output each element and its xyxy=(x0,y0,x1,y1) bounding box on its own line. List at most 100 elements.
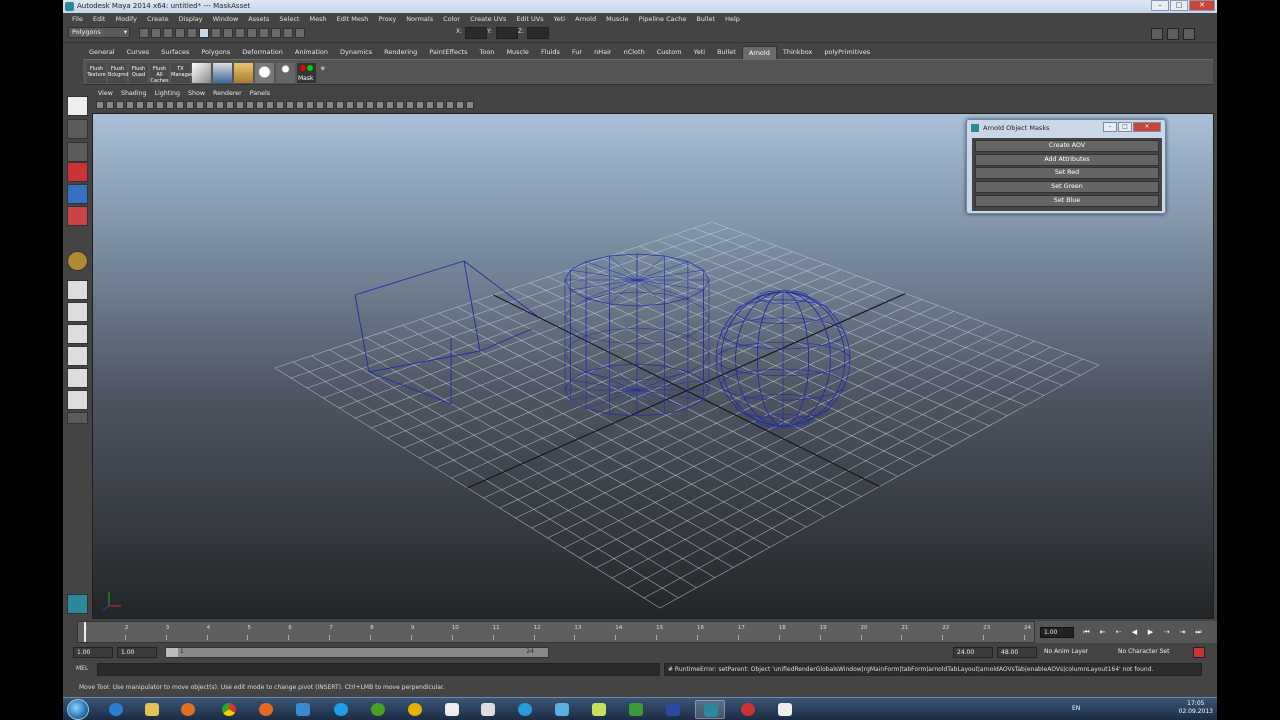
shelf-tab-painteffects[interactable]: PaintEffects xyxy=(423,46,473,59)
ai-standard-shader-icon[interactable] xyxy=(192,63,211,83)
step-back-frame-icon[interactable]: ⇠ xyxy=(1112,627,1125,638)
snap-curve-icon[interactable] xyxy=(223,28,233,38)
maximize-button[interactable]: □ xyxy=(1170,0,1188,11)
viewport-tool-icon[interactable] xyxy=(416,101,424,109)
viewport-tool-icon[interactable] xyxy=(426,101,434,109)
add-attributes-button[interactable]: Add Attributes xyxy=(975,153,1159,166)
viewport-tool-icon[interactable] xyxy=(136,101,144,109)
mask-button[interactable]: Mask xyxy=(297,63,316,83)
shelf-tab-yeti[interactable]: Yeti xyxy=(688,46,711,59)
vp-menu-shading[interactable]: Shading xyxy=(117,89,151,99)
menu-file[interactable]: File xyxy=(67,13,88,25)
viewport-tool-icon[interactable] xyxy=(366,101,374,109)
menu-arnold[interactable]: Arnold xyxy=(570,13,601,25)
show-manipulator-icon[interactable] xyxy=(67,251,88,271)
play-forward-icon[interactable]: ▶ xyxy=(1144,627,1157,638)
taskbar-app7[interactable] xyxy=(584,700,614,719)
viewport-tool-icon[interactable] xyxy=(176,101,184,109)
attribute-editor-toggle-icon[interactable] xyxy=(1167,28,1179,40)
mel-label[interactable]: MEL xyxy=(76,665,88,672)
dialog-close-button[interactable]: ✕ xyxy=(1133,122,1161,132)
set-red-button[interactable]: Set Red xyxy=(975,167,1159,180)
mode-dropdown[interactable]: Polygons xyxy=(68,27,130,38)
select-object-icon[interactable] xyxy=(187,28,197,38)
viewport-tool-icon[interactable] xyxy=(266,101,274,109)
viewport-tool-icon[interactable] xyxy=(296,101,304,109)
go-to-start-icon[interactable]: ⏮ xyxy=(1080,627,1093,638)
taskbar-ie[interactable] xyxy=(101,700,131,719)
new-scene-icon[interactable] xyxy=(139,28,149,38)
viewport-tool-icon[interactable] xyxy=(206,101,214,109)
time-slider-track[interactable]: 123456789101112131415161718192021222324 xyxy=(77,621,1035,643)
range-slider[interactable]: 1 24 xyxy=(165,647,549,658)
menu-pipeline-cache[interactable]: Pipeline Cache xyxy=(634,13,692,25)
history-icon[interactable] xyxy=(259,28,269,38)
viewport-tool-icon[interactable] xyxy=(196,101,204,109)
x-field[interactable] xyxy=(465,27,487,39)
playback-start-field[interactable]: 1.00 xyxy=(117,647,157,658)
flush-all-caches-button[interactable]: Flush All Caches xyxy=(150,63,169,84)
taskbar-app11[interactable] xyxy=(770,700,800,719)
menu-assets[interactable]: Assets xyxy=(243,13,274,25)
menu-edit-uvs[interactable]: Edit UVs xyxy=(511,13,548,25)
viewport-tool-icon[interactable] xyxy=(336,101,344,109)
snap-grid-icon[interactable] xyxy=(211,28,221,38)
shelf-tab-polygons[interactable]: Polygons xyxy=(195,46,236,59)
flush-background-button[interactable]: Flush Bckgrnd xyxy=(108,63,129,83)
viewport-tool-icon[interactable] xyxy=(436,101,444,109)
ai-sphere-light-icon[interactable] xyxy=(255,63,274,83)
shelf-tab-curves[interactable]: Curves xyxy=(121,46,156,59)
snap-point-icon[interactable] xyxy=(235,28,245,38)
anim-layer-dropdown[interactable]: No Anim Layer xyxy=(1041,647,1109,658)
menu-display[interactable]: Display xyxy=(174,13,208,25)
persp-uv-layout-icon[interactable] xyxy=(67,390,88,410)
menu-create[interactable]: Create xyxy=(142,13,174,25)
viewport-tool-icon[interactable] xyxy=(246,101,254,109)
open-scene-icon[interactable] xyxy=(151,28,161,38)
tool-settings-toggle-icon[interactable] xyxy=(1183,28,1195,40)
viewport-tool-icon[interactable] xyxy=(216,101,224,109)
move-tool-icon[interactable] xyxy=(67,162,88,182)
taskbar-firefox[interactable] xyxy=(251,700,281,719)
flush-texture-button[interactable]: Flush Texture xyxy=(87,63,106,83)
character-set-dropdown[interactable]: No Character Set xyxy=(1115,647,1191,658)
shelf-tab-thinkbox[interactable]: Thinkbox xyxy=(777,46,819,59)
viewport-tool-icon[interactable] xyxy=(346,101,354,109)
vp-menu-panels[interactable]: Panels xyxy=(246,89,274,99)
language-indicator[interactable]: EN xyxy=(1072,705,1080,712)
step-forward-key-icon[interactable]: ⇥ xyxy=(1176,627,1189,638)
viewport-tool-icon[interactable] xyxy=(126,101,134,109)
taskbar-app1[interactable] xyxy=(288,700,318,719)
flush-quad-button[interactable]: Flush Quad xyxy=(129,63,148,83)
ipr-icon[interactable] xyxy=(283,28,293,38)
set-green-button[interactable]: Set Green xyxy=(975,181,1159,194)
shelf-tab-bullet[interactable]: Bullet xyxy=(711,46,742,59)
select-hierarchy-icon[interactable] xyxy=(175,28,185,38)
create-aov-button[interactable]: Create AOV xyxy=(975,140,1159,152)
taskbar-explorer[interactable] xyxy=(137,700,167,719)
shelf-tab-dynamics[interactable]: Dynamics xyxy=(334,46,378,59)
lasso-tool-icon[interactable] xyxy=(67,119,88,139)
viewport-tool-icon[interactable] xyxy=(376,101,384,109)
play-backward-icon[interactable]: ◀ xyxy=(1128,627,1141,638)
taskbar-torrent[interactable] xyxy=(363,700,393,719)
dialog-minimize-button[interactable]: – xyxy=(1103,122,1117,132)
render-settings-icon[interactable] xyxy=(295,28,305,38)
viewport-tool-icon[interactable] xyxy=(466,101,474,109)
range-start-handle[interactable] xyxy=(166,648,178,657)
viewport-tool-icon[interactable] xyxy=(456,101,464,109)
shelf-tab-arnold[interactable]: Arnold xyxy=(741,46,777,59)
shelf-tab-animation[interactable]: Animation xyxy=(289,46,334,59)
viewport-tool-icon[interactable] xyxy=(256,101,264,109)
vp-menu-show[interactable]: Show xyxy=(184,89,209,99)
taskbar-app5[interactable] xyxy=(510,700,540,719)
channel-box-toggle-icon[interactable] xyxy=(1151,28,1163,40)
save-scene-icon[interactable] xyxy=(163,28,173,38)
menu-edit[interactable]: Edit xyxy=(88,13,111,25)
arnold-logo-icon[interactable] xyxy=(67,594,88,614)
animation-start-field[interactable]: 1.00 xyxy=(73,647,113,658)
viewport-tool-icon[interactable] xyxy=(236,101,244,109)
viewport-tool-icon[interactable] xyxy=(166,101,174,109)
current-frame-field[interactable]: 1.00 xyxy=(1040,627,1074,638)
go-to-end-icon[interactable]: ⏭ xyxy=(1192,627,1205,638)
